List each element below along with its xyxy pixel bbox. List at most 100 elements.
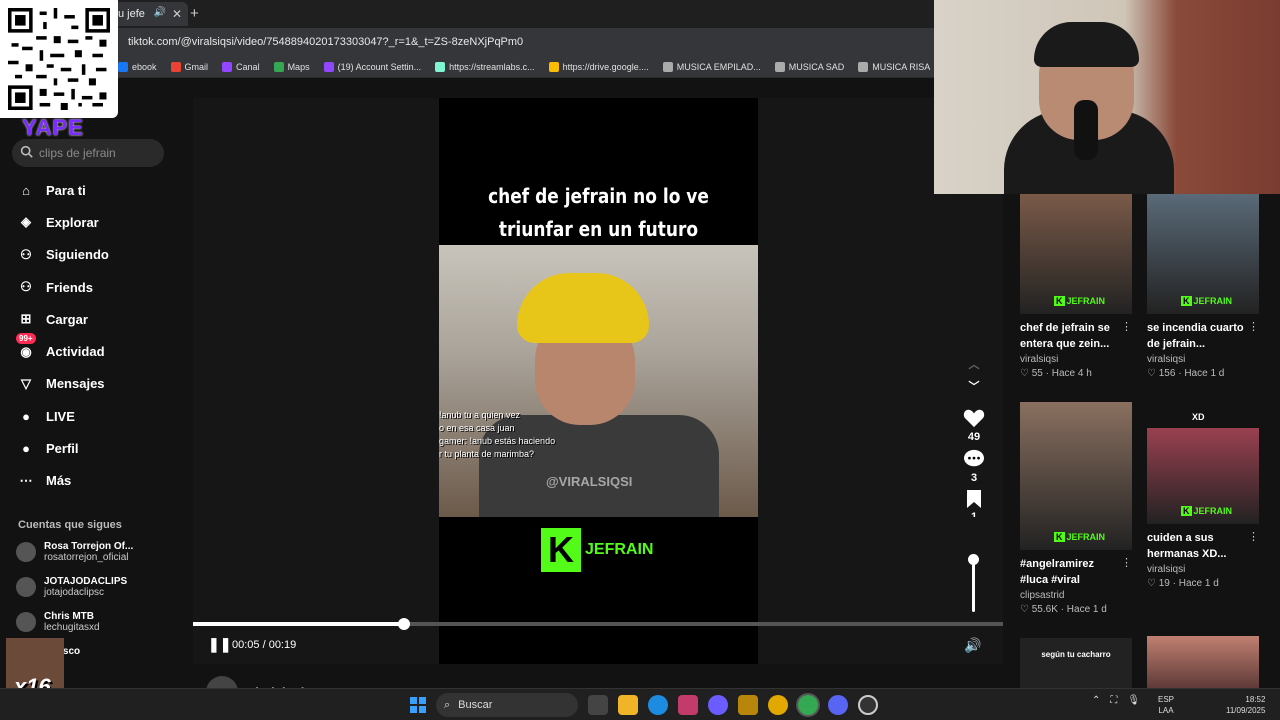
related-video-card[interactable]: K JEFRAIN ⋮ se incendia cuarto de jefrain..… (1147, 194, 1259, 379)
related-video-user[interactable]: viralsiqsi (1020, 354, 1132, 365)
followed-account[interactable]: JOTAJODACLIPS jotajodaclipsc (16, 576, 127, 598)
volume-knob[interactable] (968, 554, 979, 565)
clock[interactable]: 18:52 11/09/2025 (1226, 694, 1265, 716)
copilot-icon[interactable] (708, 695, 728, 715)
video-frame[interactable]: chef de jefrain no lo ve triunfar en un … (439, 98, 758, 664)
bookmark-item[interactable]: MUSICA EMPILAD... (662, 61, 761, 72)
url-text[interactable]: tiktok.com/@viralsiqsi/video/75488940201… (128, 36, 523, 48)
sidebar-item-live[interactable]: ● LIVE (16, 400, 186, 432)
kick-mini-name: JEFRAIN (1066, 532, 1106, 542)
comment-icon (964, 449, 984, 467)
discord-icon[interactable] (828, 695, 848, 715)
tab-close-icon[interactable]: ✕ (172, 7, 182, 21)
edge-icon[interactable] (648, 695, 668, 715)
mic-icon[interactable]: 🎙 (1127, 695, 1140, 706)
more-options-icon[interactable]: ⋮ (1121, 320, 1132, 333)
video-thumbnail[interactable] (1147, 636, 1259, 688)
video-thumbnail[interactable]: K JEFRAIN (1147, 194, 1259, 314)
bookmark-label: Canal (236, 61, 260, 72)
sidebar-item-cargar[interactable]: ⊞ Cargar (16, 303, 186, 335)
chrome-icon[interactable] (768, 695, 788, 715)
related-video-card[interactable]: K JEFRAIN ⋮ cuiden a sus hermanas XD... vira… (1147, 428, 1259, 589)
video-thumbnail[interactable]: K JEFRAIN (1020, 194, 1132, 314)
comment-button[interactable] (962, 449, 986, 472)
clock-date: 11/09/2025 (1226, 706, 1266, 715)
bookmark-icon (858, 61, 869, 72)
bookmark-icon (323, 61, 334, 72)
bookmark-item[interactable]: Maps (273, 61, 310, 72)
like-button[interactable] (962, 408, 986, 431)
related-video-user[interactable]: clipsastrid (1020, 590, 1132, 601)
related-age: Hace 1 d (1184, 368, 1225, 379)
related-video-stats: ♡ 55.6K · Hace 1 d (1020, 604, 1107, 615)
bookmark-item[interactable]: MUSICA SAD (774, 61, 845, 72)
followed-account[interactable]: Chris MTB lechugitasxd (16, 611, 100, 633)
windows-start-icon[interactable] (410, 697, 426, 713)
bookmark-item[interactable]: MUSICA RISA (858, 61, 930, 72)
upload-icon: ⊞ (20, 311, 32, 327)
related-video-card[interactable] (1147, 636, 1259, 688)
taskbar-search[interactable]: ⌕ Buscar (436, 693, 578, 717)
file-explorer-icon[interactable] (618, 695, 638, 715)
sidebar-item-explorar[interactable]: ◈ Explorar (16, 206, 186, 238)
save-button[interactable] (962, 490, 986, 511)
obs-icon[interactable] (858, 695, 878, 715)
sidebar-item-mensajes[interactable]: ▽ Mensajes (16, 368, 186, 400)
bookmark-label: MUSICA SAD (788, 61, 845, 72)
network-icon[interactable]: ⛶ (1110, 695, 1117, 706)
sidebar-item-para-ti[interactable]: ⌂ Para ti (16, 174, 186, 206)
bookmark-icon (774, 61, 785, 72)
video-thumbnail[interactable]: K JEFRAIN (1020, 402, 1132, 550)
store-icon[interactable] (678, 695, 698, 715)
kick-mini-logo: K JEFRAIN (1181, 296, 1233, 306)
related-age: Hace 4 h (1051, 368, 1092, 379)
sidebar-item-perfil[interactable]: ● Perfil (16, 432, 186, 464)
like-count: 49 (967, 431, 981, 443)
sidebar-item-más[interactable]: ⋯ Más (16, 465, 186, 497)
sidebar-item-siguiendo[interactable]: ⚇ Siguiendo (16, 239, 186, 271)
sidebar-item-actividad[interactable]: ◉ Actividad 99+ (16, 333, 186, 367)
related-video-card[interactable]: según tu cacharro (1020, 638, 1132, 688)
related-video-user[interactable]: viralsiqsi (1147, 564, 1259, 575)
bookmark-item[interactable]: (19) Account Settin... (323, 61, 421, 72)
related-video-card[interactable]: K JEFRAIN ⋮ chef de jefrain se entera que z… (1020, 194, 1132, 379)
language-indicator[interactable]: ESP LAA (1158, 694, 1174, 716)
chevron-down-icon[interactable]: ﹀ (962, 378, 986, 394)
bookmark-item[interactable]: ebook (118, 61, 157, 72)
sidebar-item-label: Siguiendo (46, 247, 109, 263)
video-progress-bar[interactable] (193, 618, 1003, 630)
search-input[interactable]: clips de jefrain (12, 139, 164, 167)
pause-icon[interactable]: ❚❚ (208, 636, 231, 653)
messages-icon: ▽ (21, 375, 31, 391)
game-icon[interactable] (738, 695, 758, 715)
related-video-user[interactable]: viralsiqsi (1147, 354, 1259, 365)
sidebar-item-label: Más (46, 473, 72, 489)
progress-knob[interactable] (397, 618, 410, 630)
video-thumbnail[interactable]: K JEFRAIN (1147, 428, 1259, 524)
followed-account[interactable]: Rosa Torrejon Of... rosatorrejon_oficial (16, 541, 133, 563)
search-placeholder: clips de jefrain (39, 146, 116, 160)
related-video-title: se incendia cuarto de jefrain... (1147, 322, 1244, 350)
video-thumbnail[interactable]: según tu cacharro (1020, 638, 1132, 688)
video-scene: !anub tu a quien vez o en esa casa juan … (439, 245, 758, 517)
speaker-icon[interactable]: 🔊 (964, 637, 981, 654)
chevron-up-icon[interactable]: ︿ (962, 356, 986, 372)
bookmark-item[interactable]: https://streamlabs.c... (435, 61, 535, 72)
chevron-up-icon[interactable]: ⌃ (1092, 695, 1100, 706)
bookmark-item[interactable]: https://drive.google.... (548, 61, 649, 72)
chrome-active-icon[interactable] (798, 695, 818, 715)
task-view-icon[interactable] (588, 695, 608, 715)
sidebar-item-friends[interactable]: ⚇ Friends (16, 271, 186, 303)
volume-slider[interactable] (968, 554, 979, 612)
more-options-icon[interactable]: ⋮ (1248, 320, 1259, 333)
bookmark-item[interactable]: Canal (222, 61, 260, 72)
bookmark-item[interactable]: Gmail (170, 61, 208, 72)
video-caption: chef de jefrain no lo ve triunfar en un … (488, 184, 709, 241)
related-likes: 55 (1031, 368, 1043, 379)
new-tab-button[interactable]: + (190, 5, 199, 22)
tab-audio-icon[interactable]: 🔊 (154, 7, 166, 18)
more-options-icon[interactable]: ⋮ (1248, 530, 1259, 543)
related-video-card[interactable]: K JEFRAIN ⋮ #angelramirez #luca #viral clips… (1020, 402, 1132, 615)
more-options-icon[interactable]: ⋮ (1121, 556, 1132, 569)
browser-tab[interactable]: u jefe 🔊 ✕ (110, 2, 188, 26)
